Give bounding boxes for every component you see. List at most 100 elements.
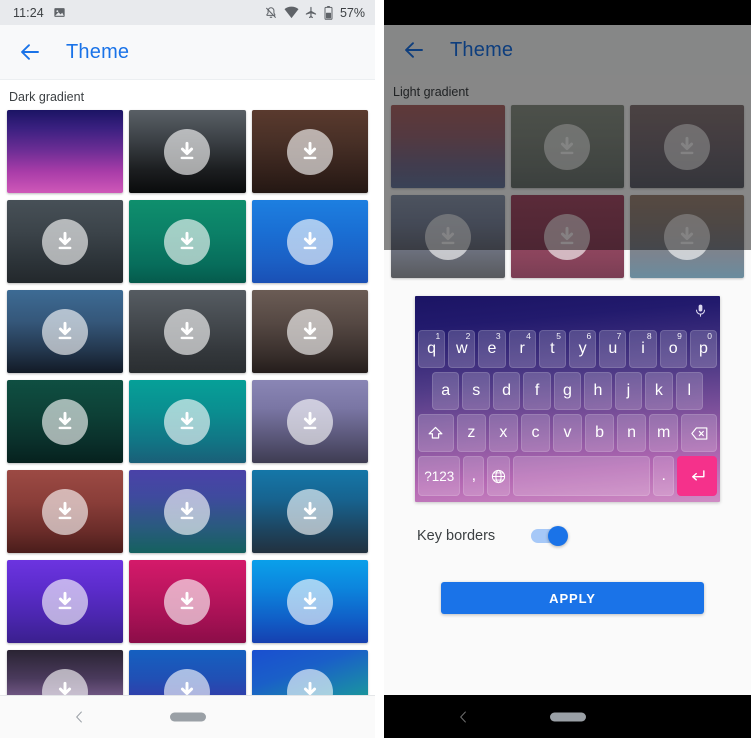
- key-shift[interactable]: [418, 414, 454, 452]
- key-i[interactable]: 8i: [629, 330, 657, 368]
- theme-tile-warm-taupe-dark[interactable]: [251, 290, 368, 373]
- key-label: d: [502, 382, 512, 399]
- key-n[interactable]: n: [617, 414, 647, 452]
- theme-tile-crimson-magenta[interactable]: [129, 560, 246, 643]
- key-r[interactable]: 4r: [508, 330, 536, 368]
- key-enter[interactable]: [677, 456, 717, 496]
- theme-tile-dark-brown[interactable]: [251, 110, 368, 193]
- key-u[interactable]: 7u: [599, 330, 627, 368]
- download-icon[interactable]: [424, 213, 471, 260]
- download-icon[interactable]: [286, 488, 333, 535]
- theme-tile-brick-red[interactable]: [7, 470, 124, 553]
- download-icon[interactable]: [164, 488, 211, 535]
- key-v[interactable]: v: [552, 414, 583, 452]
- theme-tile-charcoal-black[interactable]: [129, 110, 246, 193]
- key-h[interactable]: h: [584, 372, 612, 410]
- key-f[interactable]: f: [523, 372, 551, 410]
- key-label: v: [563, 424, 572, 441]
- back-arrow-icon[interactable]: [17, 39, 43, 65]
- nav-home-pill[interactable]: [169, 712, 206, 722]
- keyboard-preview: 1q2w3e4r5t6y7u8i9o0p asdfghjkl zxcvbnm ?…: [415, 296, 720, 502]
- key-period[interactable]: .: [653, 456, 675, 496]
- download-icon[interactable]: [164, 128, 211, 175]
- theme-tile-graphite[interactable]: [129, 290, 246, 373]
- theme-tile-deep-azure[interactable]: [251, 470, 368, 553]
- download-icon[interactable]: [544, 123, 591, 170]
- keyboard-preview-wrapper: 1q2w3e4r5t6y7u8i9o0p asdfghjkl zxcvbnm ?…: [384, 278, 751, 502]
- theme-tile-sage-gray[interactable]: [510, 105, 625, 188]
- key-y[interactable]: 6y: [569, 330, 597, 368]
- key-symbols[interactable]: ?123: [418, 456, 461, 496]
- theme-tile-tan-teal[interactable]: [630, 195, 744, 278]
- key-t[interactable]: 5t: [538, 330, 566, 368]
- theme-tile-rose-slate[interactable]: [391, 105, 505, 188]
- download-icon[interactable]: [164, 398, 211, 445]
- key-w[interactable]: 2w: [448, 330, 476, 368]
- key-language[interactable]: [487, 456, 510, 496]
- download-icon[interactable]: [164, 308, 211, 355]
- key-s[interactable]: s: [462, 372, 490, 410]
- navigation-bar: [0, 695, 375, 738]
- theme-tile-mauve-gray[interactable]: [630, 105, 744, 188]
- theme-tile-emerald-teal[interactable]: [129, 200, 246, 283]
- key-e[interactable]: 3e: [478, 330, 506, 368]
- key-p[interactable]: 0p: [689, 330, 718, 368]
- download-icon[interactable]: [286, 398, 333, 445]
- nav-home-pill[interactable]: [549, 712, 586, 721]
- theme-tile-bright-blue[interactable]: [251, 200, 368, 283]
- theme-tile-wine-rose[interactable]: [510, 195, 625, 278]
- download-icon[interactable]: [42, 308, 89, 355]
- download-icon[interactable]: [286, 218, 333, 265]
- key-c[interactable]: c: [520, 414, 550, 452]
- key-z[interactable]: z: [456, 414, 486, 452]
- key-comma[interactable]: ,: [463, 456, 485, 496]
- status-bar-notification-icons: [53, 6, 66, 19]
- key-x[interactable]: x: [488, 414, 518, 452]
- download-icon[interactable]: [42, 488, 89, 535]
- section-label-light-gradient: Light gradient: [393, 85, 469, 99]
- nav-back-icon[interactable]: [456, 709, 471, 724]
- theme-tile-teal-ocean[interactable]: [129, 380, 246, 463]
- key-backspace[interactable]: [681, 414, 717, 452]
- download-icon[interactable]: [664, 123, 711, 170]
- theme-tile-indigo-teal[interactable]: [129, 470, 246, 553]
- theme-tile-dark-navy-magenta[interactable]: [7, 110, 124, 193]
- apply-button[interactable]: APPLY: [441, 582, 704, 614]
- key-number-hint: 5: [556, 331, 561, 341]
- theme-tile-slate-gray[interactable]: [7, 200, 124, 283]
- key-borders-toggle[interactable]: [531, 526, 569, 546]
- theme-tile-deep-forest[interactable]: [7, 380, 124, 463]
- key-q[interactable]: 1q: [417, 330, 446, 368]
- download-icon[interactable]: [42, 398, 89, 445]
- key-j[interactable]: j: [614, 372, 643, 410]
- back-arrow-icon[interactable]: [401, 37, 427, 63]
- theme-tile-sky-blue-deep[interactable]: [251, 560, 368, 643]
- download-icon[interactable]: [164, 578, 211, 625]
- theme-tile-blue-gray-fade[interactable]: [391, 195, 505, 278]
- theme-tile-violet-purple[interactable]: [7, 560, 124, 643]
- download-icon[interactable]: [164, 218, 211, 265]
- key-o[interactable]: 9o: [659, 330, 687, 368]
- download-icon[interactable]: [664, 213, 711, 260]
- download-icon[interactable]: [286, 308, 333, 355]
- download-icon[interactable]: [286, 128, 333, 175]
- key-m[interactable]: m: [649, 414, 679, 452]
- download-icon[interactable]: [42, 578, 89, 625]
- key-space[interactable]: [512, 456, 651, 496]
- download-icon[interactable]: [544, 213, 591, 260]
- battery-icon: [324, 5, 333, 20]
- download-icon[interactable]: [286, 578, 333, 625]
- nav-back-icon[interactable]: [72, 710, 87, 725]
- key-number-hint: 0: [707, 331, 713, 341]
- download-icon[interactable]: [42, 218, 89, 265]
- key-a[interactable]: a: [432, 372, 460, 410]
- key-k[interactable]: k: [645, 372, 673, 410]
- key-l[interactable]: l: [675, 372, 703, 410]
- theme-tile-lavender-slate[interactable]: [251, 380, 368, 463]
- panel-divider: [375, 0, 384, 738]
- key-g[interactable]: g: [553, 372, 582, 410]
- key-d[interactable]: d: [492, 372, 521, 410]
- theme-tile-steel-blue-night[interactable]: [7, 290, 124, 373]
- key-b[interactable]: b: [585, 414, 615, 452]
- microphone-icon[interactable]: [693, 303, 708, 318]
